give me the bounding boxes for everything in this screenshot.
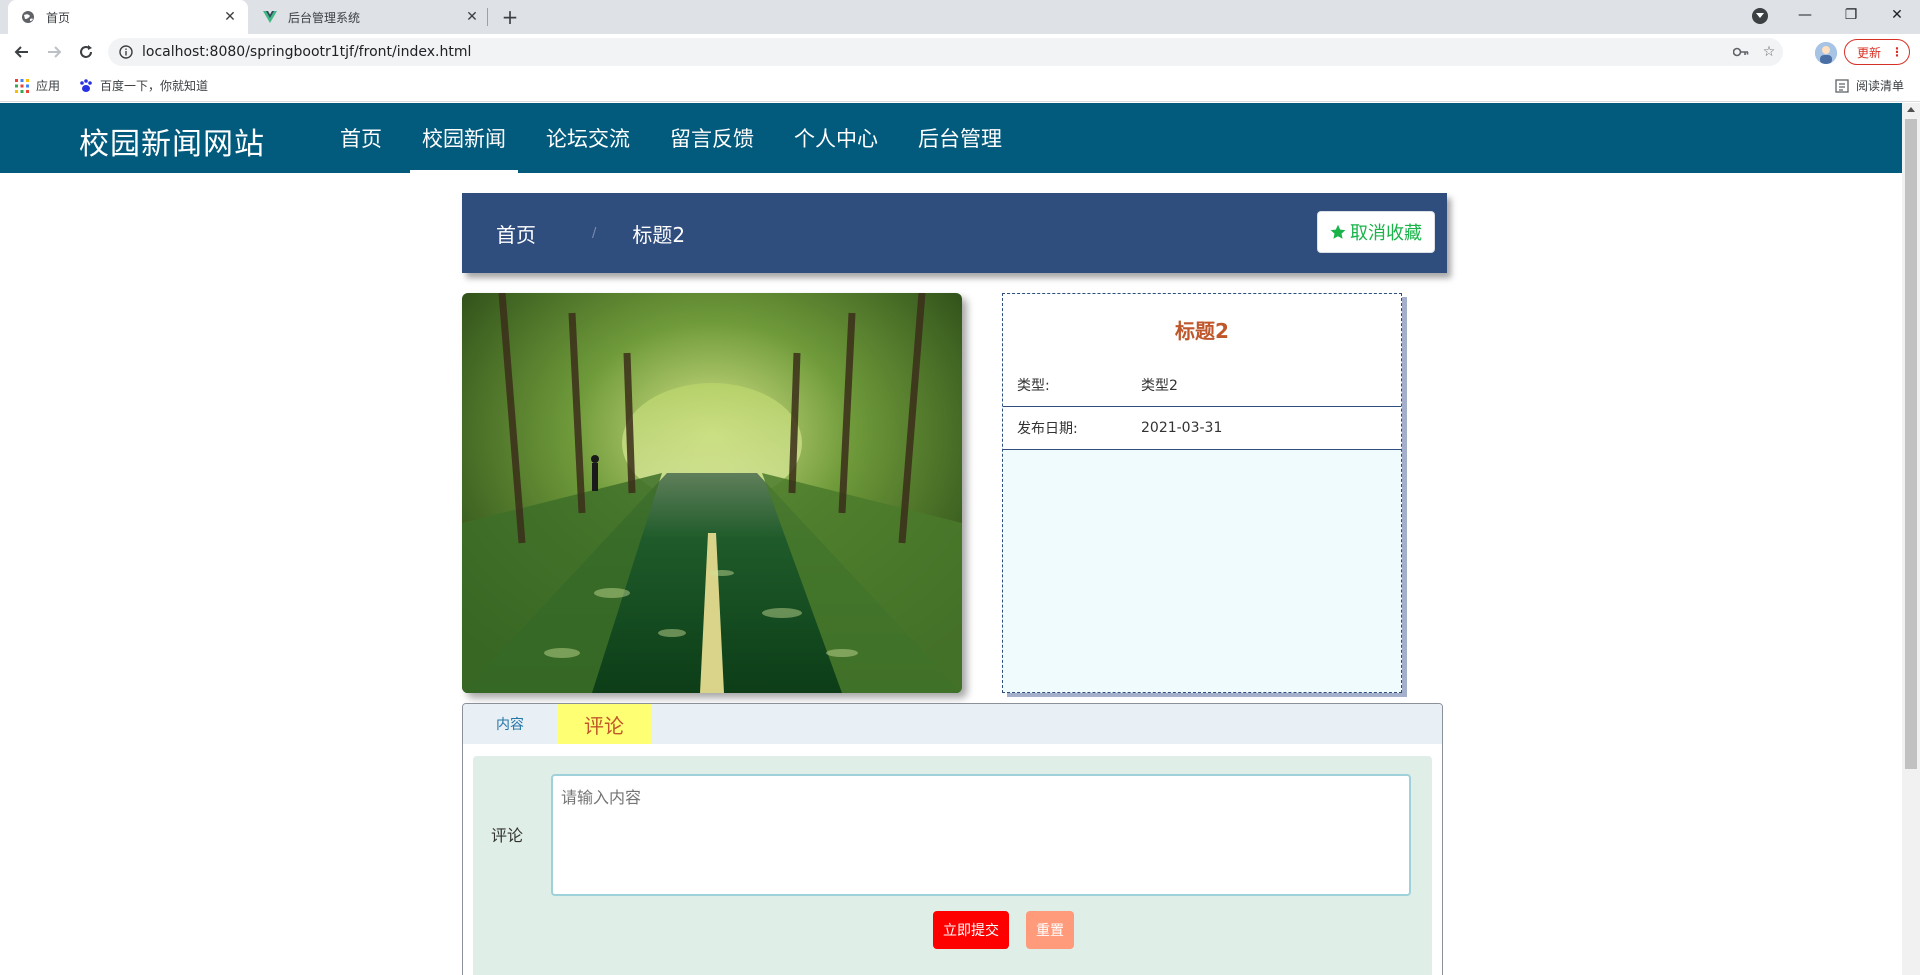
site-header: 校园新闻网站 首页 校园新闻 论坛交流 留言反馈 个人中心 后台管理: [0, 103, 1902, 173]
update-label: 更新: [1857, 45, 1882, 60]
nav-item-admin[interactable]: 后台管理: [898, 103, 1022, 173]
address-bar[interactable]: localhost:8080/springbootr1tjf/front/ind…: [108, 38, 1783, 66]
info-row-type: 类型: 类型2: [1003, 364, 1401, 407]
page-viewport: 校园新闻网站 首页 校园新闻 论坛交流 留言反馈 个人中心 后台管理 首页 / …: [0, 103, 1902, 975]
nav-item-home[interactable]: 首页: [320, 103, 402, 173]
submit-button[interactable]: 立即提交: [933, 911, 1009, 949]
more-vert-icon[interactable]: ⋮: [1891, 45, 1903, 59]
browser-tabstrip: 首页 ✕ 后台管理系统 ✕ + — ❐ ✕: [0, 0, 1920, 34]
nav-item-profile[interactable]: 个人中心: [774, 103, 898, 173]
update-button[interactable]: 更新 ⋮: [1844, 39, 1910, 65]
browser-tab-admin[interactable]: 后台管理系统 ✕: [250, 0, 490, 34]
unfavorite-button[interactable]: 取消收藏: [1317, 211, 1435, 253]
browser-tab-title: 后台管理系统: [288, 10, 361, 25]
info-value: 类型2: [1141, 378, 1178, 394]
nav-item-campus-news[interactable]: 校园新闻: [402, 103, 526, 173]
info-label: 类型:: [1017, 378, 1050, 394]
globe-icon: [20, 9, 36, 25]
info-label: 发布日期:: [1017, 421, 1078, 437]
close-icon[interactable]: ✕: [462, 7, 482, 27]
browser-tab-title: 首页: [46, 10, 71, 25]
nav-item-feedback[interactable]: 留言反馈: [650, 103, 774, 173]
info-icon[interactable]: [118, 44, 134, 60]
bookmark-baidu[interactable]: 百度一下，你就知道: [78, 77, 208, 94]
breadcrumb-current: 标题2: [632, 222, 686, 247]
nav-item-forum[interactable]: 论坛交流: [526, 103, 650, 173]
comment-label: 评论: [491, 826, 524, 845]
minimize-icon[interactable]: —: [1782, 0, 1828, 30]
baidu-paw-icon: [78, 78, 94, 94]
unfavorite-label: 取消收藏: [1350, 223, 1422, 244]
close-icon[interactable]: ✕: [220, 7, 240, 27]
browser-tab-home[interactable]: 首页 ✕: [8, 0, 248, 34]
forward-icon[interactable]: [42, 40, 66, 64]
tab-separator: [487, 8, 488, 26]
url-text: localhost:8080/springbootr1tjf/front/ind…: [142, 44, 472, 60]
vue-icon: [262, 9, 278, 25]
avatar[interactable]: [1815, 42, 1837, 64]
browser-toolbar: localhost:8080/springbootr1tjf/front/ind…: [0, 34, 1920, 70]
restore-icon[interactable]: ❐: [1828, 0, 1874, 30]
news-title: 标题2: [1003, 294, 1401, 364]
page-scrollbar[interactable]: [1902, 103, 1920, 975]
breadcrumb: 首页 / 标题2 取消收藏: [462, 193, 1447, 273]
site-nav: 首页 校园新闻 论坛交流 留言反馈 个人中心 后台管理: [320, 103, 1022, 173]
bookmark-apps[interactable]: 应用: [14, 77, 60, 94]
window-close-icon[interactable]: ✕: [1874, 0, 1920, 30]
reload-icon[interactable]: [74, 40, 98, 64]
tab-search-icon[interactable]: [1752, 8, 1768, 24]
info-value: 2021-03-31: [1141, 420, 1223, 436]
bookmarks-bar: 应用 百度一下，你就知道 阅读清单: [0, 70, 1920, 102]
reset-button[interactable]: 重置: [1026, 911, 1074, 949]
reading-list-label: 阅读清单: [1856, 79, 1905, 93]
apps-grid-icon: [14, 78, 30, 94]
news-info-card: 标题2 类型: 类型2 发布日期: 2021-03-31: [1002, 293, 1402, 693]
star-icon: [1330, 224, 1346, 240]
info-row-date: 发布日期: 2021-03-31: [1003, 407, 1401, 450]
back-icon[interactable]: [10, 40, 34, 64]
reading-list-icon: [1834, 78, 1850, 94]
key-icon[interactable]: [1727, 40, 1755, 64]
news-image: [462, 293, 962, 693]
scrollbar-thumb[interactable]: [1905, 119, 1917, 769]
tab-comment[interactable]: 评论: [557, 704, 651, 744]
detail-tabs: 内容 评论 评论 立即提交 重置: [462, 703, 1443, 975]
comment-form: 评论 立即提交 重置: [473, 756, 1432, 975]
breadcrumb-home[interactable]: 首页: [496, 219, 536, 248]
new-tab-icon[interactable]: +: [498, 5, 522, 29]
tabs-header: 内容 评论: [463, 704, 1442, 744]
scroll-up-icon[interactable]: [1907, 107, 1915, 112]
reading-list[interactable]: 阅读清单: [1834, 77, 1904, 94]
comment-textarea[interactable]: [551, 774, 1411, 896]
site-logo[interactable]: 校园新闻网站: [79, 119, 265, 163]
bookmark-star-icon[interactable]: ☆: [1755, 40, 1783, 64]
breadcrumb-separator: /: [592, 225, 597, 241]
bookmark-label: 应用: [36, 79, 61, 93]
tab-content[interactable]: 内容: [463, 704, 557, 744]
bookmark-label: 百度一下，你就知道: [100, 79, 209, 93]
